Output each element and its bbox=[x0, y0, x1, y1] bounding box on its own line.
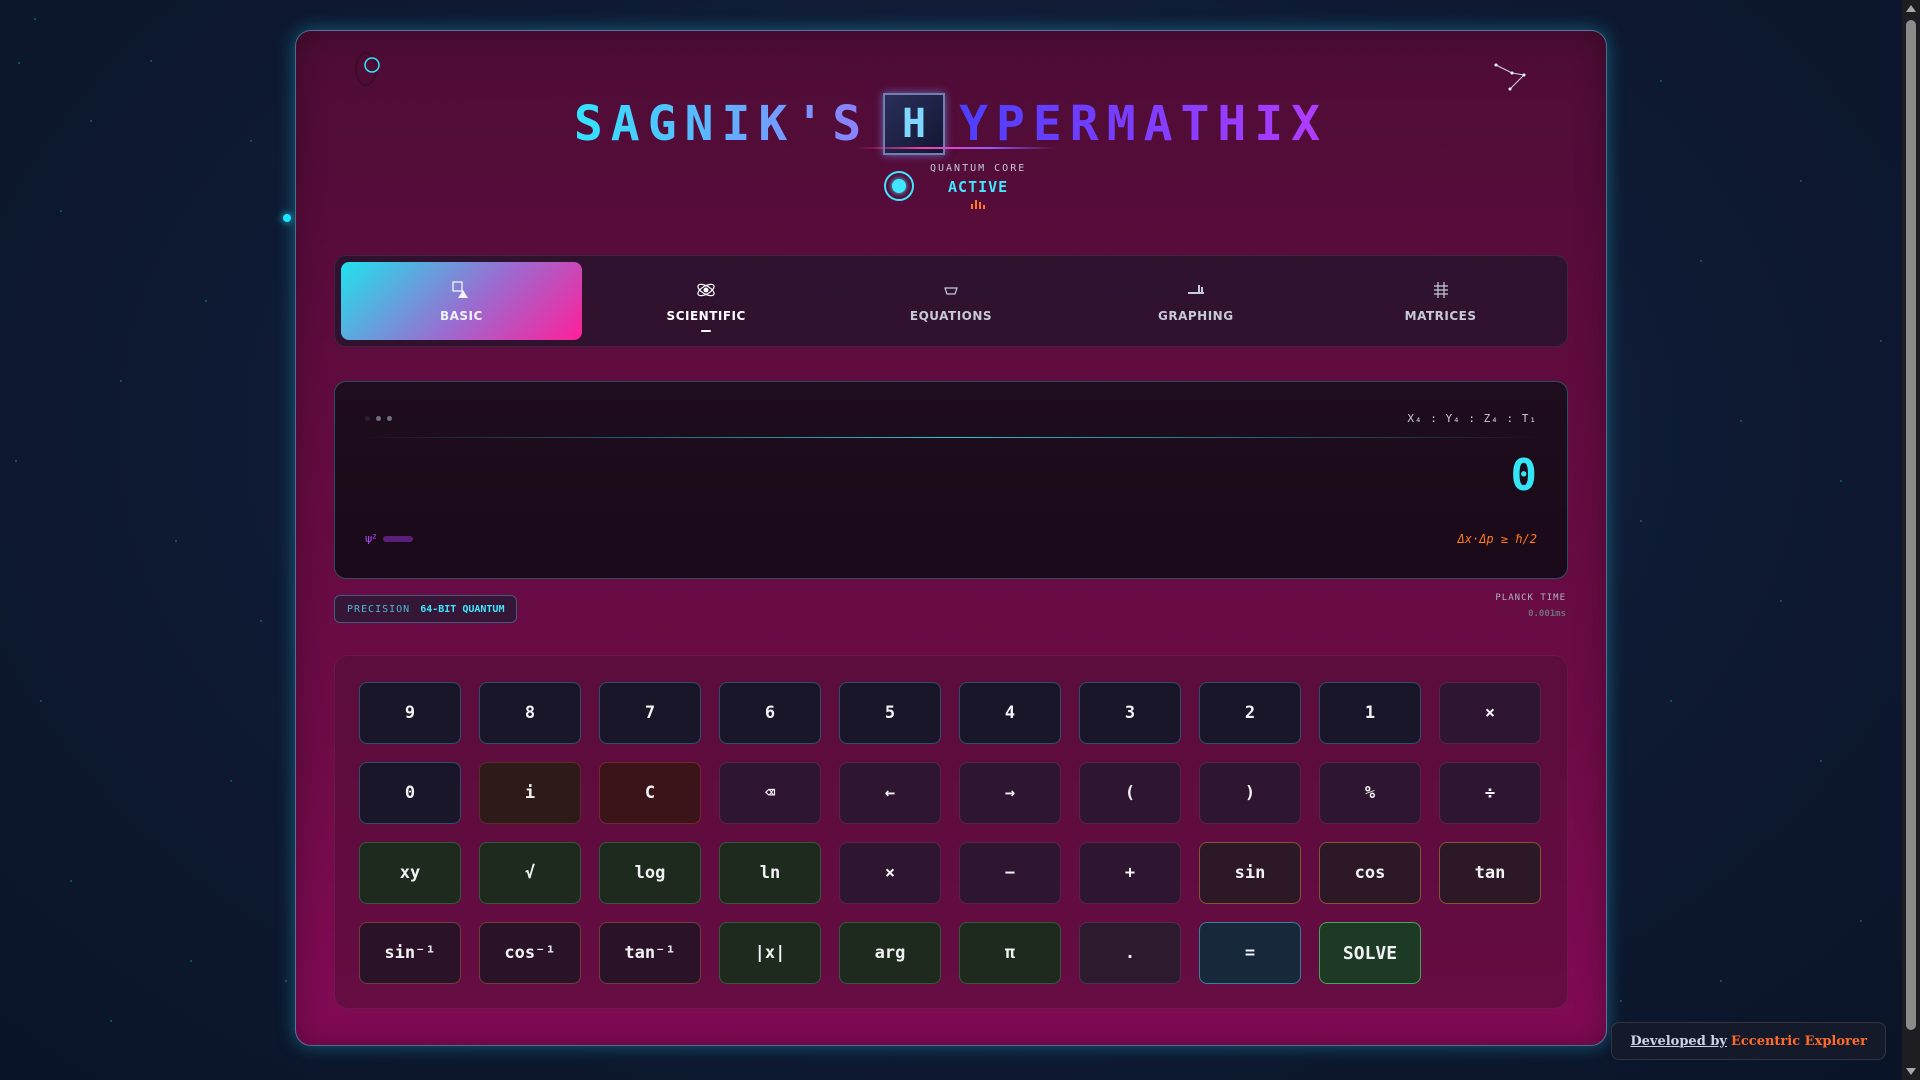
wavefunction-indicator: ψ² bbox=[365, 532, 413, 545]
psi-label: ψ² bbox=[365, 532, 377, 545]
key-button[interactable]: log bbox=[599, 842, 701, 904]
key-button[interactable]: |x| bbox=[719, 922, 821, 984]
precision-badge: PRECISION 64-BIT QUANTUM bbox=[334, 595, 518, 623]
key-button[interactable]: 6 bbox=[719, 682, 821, 744]
key-button[interactable]: × bbox=[1439, 682, 1541, 744]
key-button[interactable]: C bbox=[599, 762, 701, 824]
display-value: 0 bbox=[1510, 450, 1538, 501]
key-button[interactable]: ← bbox=[839, 762, 941, 824]
display-divider bbox=[357, 437, 1545, 438]
core-activity-bars bbox=[930, 200, 1026, 209]
app-title: SAGNIK'S H YPERMATHIX bbox=[296, 93, 1606, 155]
scroll-down-arrow-icon[interactable] bbox=[1906, 1068, 1916, 1075]
key-button[interactable]: π bbox=[959, 922, 1061, 984]
key-button[interactable]: . bbox=[1079, 922, 1181, 984]
display-dots bbox=[365, 416, 392, 421]
grid-icon bbox=[1433, 282, 1448, 298]
title-underline bbox=[856, 147, 1056, 149]
atom-icon bbox=[697, 283, 715, 297]
scrollbar[interactable] bbox=[1902, 0, 1920, 1080]
shapes-icon bbox=[452, 281, 469, 298]
title-part-2: YPERMATHIX bbox=[959, 96, 1329, 152]
quantum-core-status: QUANTUM CORE ACTIVE bbox=[884, 163, 1026, 209]
orbit-logo-icon bbox=[355, 52, 380, 86]
precision-value: 64-BIT QUANTUM bbox=[420, 603, 505, 615]
key-button[interactable]: sin bbox=[1199, 842, 1301, 904]
key-button[interactable]: → bbox=[959, 762, 1061, 824]
credit-prefix: Developed by bbox=[1630, 1033, 1727, 1049]
key-button[interactable]: sin⁻¹ bbox=[359, 922, 461, 984]
tab-label: BASIC bbox=[439, 309, 483, 323]
calculator-display: X₄ : Y₄ : Z₄ : T₁ 0 ψ² Δx·Δp ≥ ℏ/2 bbox=[334, 381, 1568, 579]
key-button[interactable]: 8 bbox=[479, 682, 581, 744]
bar-graph-icon bbox=[1187, 285, 1204, 294]
key-button[interactable]: xy bbox=[359, 842, 461, 904]
tab-basic[interactable]: BASIC bbox=[341, 262, 582, 340]
keypad: 9 8 7 6 5 4 3 2 1 × 0 i C ⌫ ← →()% ÷ xy √ log ln × − + sin cos tan… bbox=[334, 655, 1568, 1009]
developer-credit[interactable]: Developed by Eccentric Explorer bbox=[1611, 1022, 1886, 1060]
key-button[interactable]: tan bbox=[1439, 842, 1541, 904]
key-button[interactable]: 2 bbox=[1199, 682, 1301, 744]
tab-label: MATRICES bbox=[1404, 309, 1477, 323]
key-button[interactable]: 5 bbox=[839, 682, 941, 744]
key-button[interactable]: cos bbox=[1319, 842, 1421, 904]
key-button[interactable]: √ bbox=[479, 842, 581, 904]
core-label: QUANTUM CORE bbox=[930, 163, 1027, 174]
tab-graphing[interactable]: GRAPHING bbox=[1075, 262, 1316, 340]
title-part-1: SAGNIK'S bbox=[573, 96, 870, 152]
core-indicator-icon bbox=[884, 171, 914, 201]
tab-matrices[interactable]: MATRICES bbox=[1320, 262, 1561, 340]
calculator-panel: SAGNIK'S H YPERMATHIX QUANTUM CORE ACTIV… bbox=[295, 30, 1607, 1046]
key-button[interactable]: = bbox=[1199, 922, 1301, 984]
key-button[interactable]: 9 bbox=[359, 682, 461, 744]
key-button[interactable]: ( bbox=[1079, 762, 1181, 824]
planck-label: PLANCK TIME bbox=[1495, 593, 1566, 603]
key-button[interactable]: ) bbox=[1199, 762, 1301, 824]
key-button[interactable]: 7 bbox=[599, 682, 701, 744]
planck-time: PLANCK TIME 0.001ms bbox=[1495, 593, 1566, 619]
planck-value: 0.001ms bbox=[1528, 609, 1566, 619]
tab-label: SCIENTIFIC bbox=[666, 309, 746, 323]
key-button[interactable]: ÷ bbox=[1439, 762, 1541, 824]
precision-label: PRECISION bbox=[347, 603, 411, 615]
key-button[interactable]: SOLVE bbox=[1319, 922, 1421, 984]
key-button[interactable]: 4 bbox=[959, 682, 1061, 744]
key-button[interactable]: % bbox=[1319, 762, 1421, 824]
key-button[interactable]: 3 bbox=[1079, 682, 1181, 744]
credit-name[interactable]: Eccentric Explorer bbox=[1731, 1034, 1867, 1049]
key-button[interactable]: arg bbox=[839, 922, 941, 984]
key-button[interactable]: tan⁻¹ bbox=[599, 922, 701, 984]
scrollbar-thumb[interactable] bbox=[1906, 20, 1916, 1030]
tab-equations[interactable]: EQUATIONS bbox=[831, 262, 1072, 340]
core-status: ACTIVE bbox=[948, 178, 1009, 196]
key-button[interactable]: × bbox=[839, 842, 941, 904]
uncertainty-principle: Δx·Δp ≥ ℏ/2 bbox=[1457, 532, 1537, 546]
key-button[interactable]: 1 bbox=[1319, 682, 1421, 744]
key-button[interactable]: ln bbox=[719, 842, 821, 904]
tab-label: EQUATIONS bbox=[909, 309, 993, 323]
scroll-up-arrow-icon[interactable] bbox=[1906, 5, 1916, 12]
tab-label: GRAPHING bbox=[1158, 309, 1234, 323]
coordinate-readout: X₄ : Y₄ : Z₄ : T₁ bbox=[1407, 412, 1537, 425]
key-button[interactable]: i bbox=[479, 762, 581, 824]
tab-scientific[interactable]: SCIENTIFIC bbox=[586, 262, 827, 340]
key-button[interactable]: cos⁻¹ bbox=[479, 922, 581, 984]
key-button[interactable]: 0 bbox=[359, 762, 461, 824]
glow-particle bbox=[283, 214, 291, 222]
key-button[interactable]: ⌫ bbox=[719, 762, 821, 824]
key-button[interactable]: − bbox=[959, 842, 1061, 904]
key-button[interactable]: + bbox=[1079, 842, 1181, 904]
constellation-icon bbox=[1494, 63, 1526, 91]
h-logo-icon: H bbox=[883, 93, 946, 155]
mode-tabs: BASIC SCIENTIFIC EQUATIONS GRAPHING MATR… bbox=[334, 255, 1568, 347]
cup-icon bbox=[944, 287, 958, 295]
